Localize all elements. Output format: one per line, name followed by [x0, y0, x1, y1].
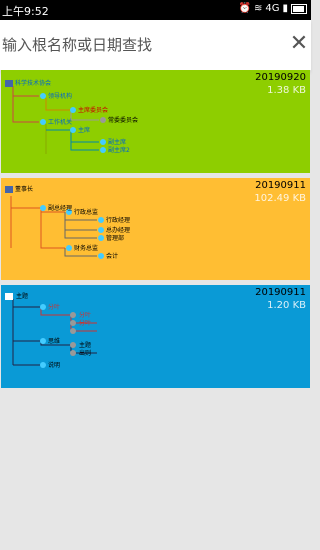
svg-text:分叶: 分叶 — [79, 319, 91, 327]
network-label: 4G — [265, 3, 280, 14]
mindmap-card[interactable]: 科学技术协会 领导机构 主席委员会 常委委员会 工作机关 主席 副主席 副主席2… — [1, 70, 310, 173]
card-size: 102.49 KB — [254, 193, 306, 204]
svg-text:管理部: 管理部 — [106, 234, 124, 242]
svg-text:说明: 说明 — [48, 361, 60, 369]
svg-text:财务总监: 财务总监 — [74, 244, 98, 252]
svg-text:副主席2: 副主席2 — [108, 146, 130, 154]
card-date: 20190920 — [255, 72, 306, 83]
svg-text:常委委员会: 常委委员会 — [108, 116, 138, 124]
svg-text:会计: 会计 — [106, 252, 118, 260]
status-bar: 上午9:52 ⏰ ≋ 4G ▮ — [0, 0, 311, 20]
mindmap-card[interactable]: 主题 分叶 分叶 分叶 思维 主题 出则 说明 20190911 1.20 KB — [1, 285, 310, 388]
close-icon[interactable]: ✕ — [287, 33, 311, 57]
svg-text:行政经理: 行政经理 — [106, 216, 130, 224]
signal-icon: ▮ — [282, 3, 288, 14]
svg-text:主题: 主题 — [79, 341, 91, 349]
svg-text:工作机关: 工作机关 — [48, 118, 72, 126]
card-date: 20190911 — [255, 287, 306, 298]
mindmap-card[interactable]: 董事长 副总经理 行政总监 行政经理 总办经理 管理部 财务总监 会计 2019… — [1, 178, 310, 280]
root-label: 主题 — [16, 292, 28, 300]
svg-text:分叶: 分叶 — [79, 311, 91, 319]
mindmap-preview: 主题 分叶 分叶 分叶 思维 主题 出则 说明 — [5, 292, 97, 369]
svg-text:总办经理: 总办经理 — [106, 226, 130, 234]
card-date: 20190911 — [255, 180, 306, 191]
svg-text:分叶: 分叶 — [48, 303, 60, 311]
svg-text:领导机构: 领导机构 — [48, 92, 72, 100]
card-size: 1.38 KB — [267, 85, 306, 96]
status-icons: ⏰ ≋ 4G ▮ — [239, 3, 307, 15]
root-label: 科学技术协会 — [15, 79, 51, 87]
svg-text:主席: 主席 — [78, 126, 90, 134]
svg-text:副总经理: 副总经理 — [48, 204, 72, 212]
mindmap-preview: 科学技术协会 领导机构 主席委员会 常委委员会 工作机关 主席 副主席 副主席2 — [5, 79, 138, 154]
search-input[interactable] — [0, 20, 282, 70]
svg-text:主席委员会: 主席委员会 — [78, 106, 108, 114]
status-time: 上午9:52 — [2, 5, 49, 18]
svg-text:行政总监: 行政总监 — [74, 208, 98, 216]
search-bar: ✕ — [0, 20, 311, 71]
svg-text:出则: 出则 — [79, 349, 91, 357]
alarm-icon: ⏰ — [238, 3, 251, 14]
svg-text:副主席: 副主席 — [108, 138, 126, 146]
root-label: 董事长 — [15, 185, 33, 193]
svg-text:思维: 思维 — [48, 337, 60, 345]
battery-icon — [291, 4, 307, 14]
card-size: 1.20 KB — [267, 300, 306, 311]
wifi-icon: ≋ — [253, 3, 263, 14]
